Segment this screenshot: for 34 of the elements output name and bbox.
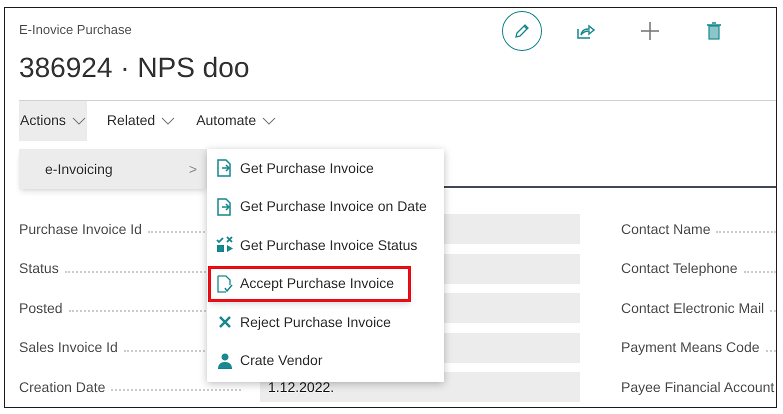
check-cross-blocks-icon (216, 236, 234, 254)
person-icon (218, 352, 232, 369)
document-check-icon (217, 274, 233, 293)
menu-item[interactable]: Get Purchase Invoice Status (208, 227, 434, 264)
menu-item[interactable]: Get Purchase Invoice on Date (208, 188, 444, 225)
menu-item[interactable]: Reject Purchase Invoice (208, 304, 408, 340)
field-label: Purchase Invoice Id (19, 220, 143, 239)
trash-icon (707, 22, 721, 40)
field-label: Contact Electronic Mail (621, 298, 766, 318)
field-label: Payment Means Code (621, 338, 761, 358)
edit-button[interactable] (502, 11, 542, 51)
chevron-right-icon: > (188, 158, 197, 180)
document-import-icon (217, 198, 233, 216)
field-label: Sales Invoice Id (19, 338, 119, 358)
menu-item[interactable]: Accept Purchase Invoice (208, 266, 412, 302)
document-import-icon (217, 159, 233, 178)
chevron-down-icon (262, 116, 276, 124)
action-tab[interactable]: Actions (19, 100, 87, 140)
field-label: Creation Date (19, 378, 106, 397)
cross-icon (218, 315, 232, 330)
plus-icon (641, 22, 659, 40)
chevron-down-icon (72, 116, 86, 124)
field-label: Contact Telephone (621, 259, 738, 278)
page-caption: E-Inovice Purchase (19, 21, 133, 39)
field-label: Posted (19, 298, 64, 318)
chevron-down-icon (161, 116, 176, 124)
field-label: Contact Name (621, 220, 712, 239)
page-title: 386924 · NPS doo (19, 50, 250, 84)
field-label: Payee Financial Account (621, 378, 776, 397)
share-icon (577, 23, 595, 39)
field-label: Status (19, 259, 60, 278)
submenu-item[interactable]: e-Invoicing > (19, 149, 207, 189)
menu-item[interactable]: Get Purchase Invoice (208, 150, 391, 186)
pencil-icon (514, 23, 530, 39)
